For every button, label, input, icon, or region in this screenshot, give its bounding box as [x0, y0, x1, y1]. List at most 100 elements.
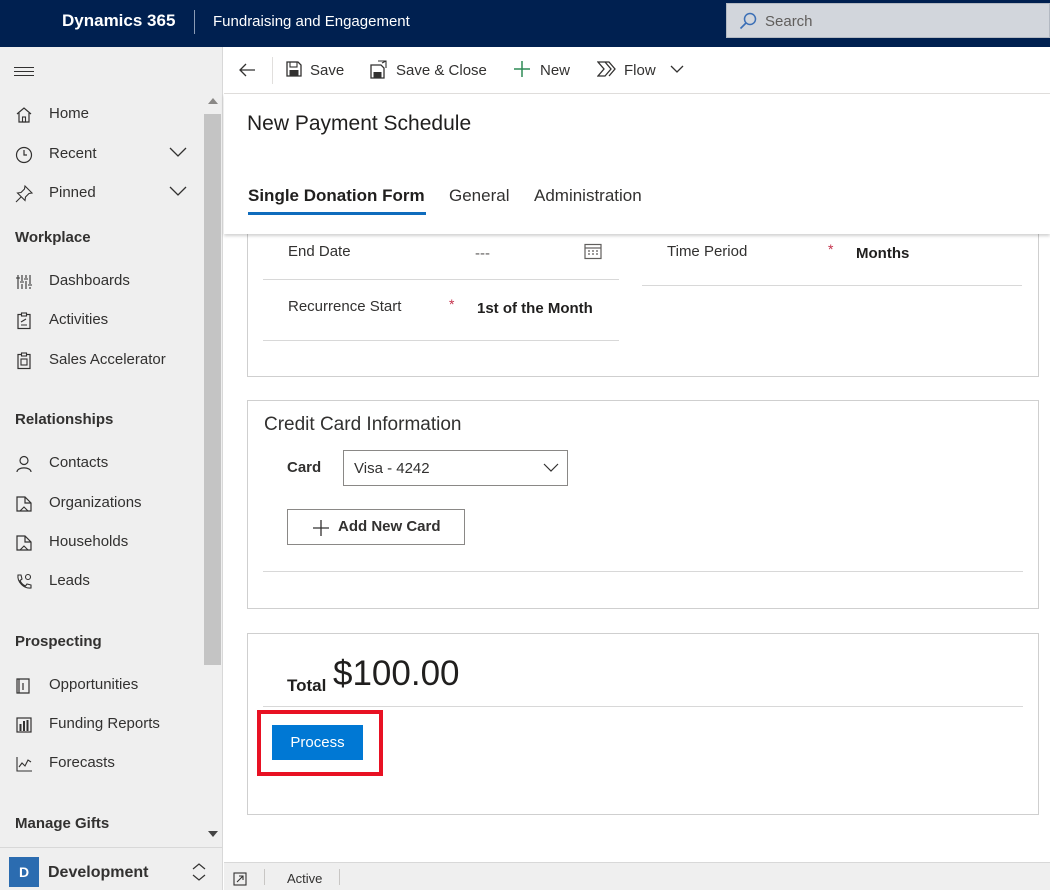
- tab-general[interactable]: General: [449, 186, 509, 206]
- nav-group-manage-gifts: Manage Gifts: [15, 815, 110, 832]
- dashboard-icon: [16, 275, 32, 289]
- recurrence-start-field[interactable]: 1st of the Month: [477, 300, 593, 317]
- add-new-card-button[interactable]: Add New Card: [287, 509, 465, 545]
- flow-icon: [597, 61, 616, 77]
- save-close-icon: [370, 60, 387, 79]
- sidebar-item-home[interactable]: Home: [0, 99, 203, 129]
- sidebar-item-label: Home: [49, 105, 90, 122]
- hamburger-menu-icon[interactable]: [14, 67, 34, 79]
- sidebar-item-label: Pinned: [49, 184, 96, 201]
- chevron-updown-icon[interactable]: [191, 862, 207, 882]
- add-new-card-label: Add New Card: [338, 518, 441, 535]
- scroll-up-arrow-icon[interactable]: [208, 98, 218, 104]
- chevron-down-icon[interactable]: [168, 184, 188, 198]
- clipboard-icon: [17, 312, 31, 330]
- sidebar-item-label: Leads: [49, 572, 90, 589]
- required-marker: *: [449, 296, 455, 312]
- new-label: New: [540, 62, 571, 79]
- chevron-down-icon[interactable]: [670, 64, 684, 74]
- sidebar-item-contacts[interactable]: Contacts: [0, 448, 203, 478]
- sidebar-item-opportunities[interactable]: Opportunities: [0, 670, 203, 700]
- section-title: Credit Card Information: [264, 414, 462, 435]
- sidebar-item-forecasts[interactable]: Forecasts: [0, 748, 203, 778]
- sidebar-item-label: Activities: [49, 311, 109, 328]
- save-icon: [286, 61, 302, 77]
- total-label: Total: [287, 676, 327, 695]
- sidebar: Home Recent Pinned Workplace Dashboards: [0, 47, 223, 890]
- nav-group-prospecting: Prospecting: [15, 633, 102, 650]
- sidebar-item-label: Contacts: [49, 454, 109, 471]
- back-arrow-icon: [239, 63, 255, 77]
- process-button[interactable]: Process: [272, 725, 363, 760]
- card-select[interactable]: Visa - 4242: [343, 450, 568, 486]
- area-switcher[interactable]: D Development: [0, 847, 222, 890]
- scrollbar-thumb[interactable]: [204, 114, 221, 665]
- credit-card-section: Credit Card Information Card Visa - 4242…: [247, 400, 1039, 609]
- plus-icon: [514, 61, 530, 77]
- sidebar-item-activities[interactable]: Activities: [0, 305, 203, 335]
- tab-single-donation-form[interactable]: Single Donation Form: [248, 186, 425, 206]
- sidebar-item-organizations[interactable]: Organizations: [0, 488, 203, 518]
- clipboard-check-icon: [17, 352, 31, 370]
- required-marker: *: [828, 241, 834, 257]
- area-badge: D: [9, 857, 39, 887]
- sidebar-item-funding-reports[interactable]: Funding Reports: [0, 709, 203, 739]
- pin-icon: [15, 184, 34, 203]
- search-placeholder: Search: [765, 13, 813, 30]
- time-period-label: Time Period: [667, 243, 748, 260]
- plus-icon: [313, 520, 329, 536]
- section-divider: [263, 571, 1023, 572]
- total-section: Total $100.00 Process: [247, 633, 1039, 815]
- sidebar-item-leads[interactable]: Leads: [0, 566, 203, 596]
- form-header: New Payment Schedule Single Donation For…: [224, 94, 1050, 234]
- app-name[interactable]: Fundraising and Engagement: [213, 13, 410, 30]
- sidebar-item-households[interactable]: Households: [0, 527, 203, 557]
- scroll-down-arrow-icon[interactable]: [208, 831, 218, 837]
- flow-label: Flow: [624, 62, 656, 79]
- top-bar: Dynamics 365 Fundraising and Engagement …: [0, 0, 1050, 47]
- card-select-value: Visa - 4242: [354, 460, 430, 477]
- bar-chart-icon: [16, 717, 32, 733]
- search-icon: [739, 12, 757, 30]
- field-divider: [263, 279, 619, 280]
- save-button[interactable]: Save: [285, 59, 345, 83]
- back-button[interactable]: [237, 59, 259, 83]
- chevron-down-icon: [543, 463, 559, 472]
- recurrence-start-label: Recurrence Start: [288, 298, 402, 315]
- record-status: Active: [287, 871, 323, 886]
- phone-person-icon: [17, 573, 32, 589]
- command-divider: [272, 57, 273, 84]
- tab-administration[interactable]: Administration: [534, 186, 642, 206]
- sidebar-item-recent[interactable]: Recent: [0, 139, 203, 169]
- home-icon: [16, 107, 32, 123]
- sidebar-item-pinned[interactable]: Pinned: [0, 178, 203, 208]
- expand-icon[interactable]: [233, 872, 247, 886]
- sidebar-item-label: Sales Accelerator: [49, 351, 166, 368]
- status-divider: [339, 869, 340, 885]
- sidebar-item-dashboards[interactable]: Dashboards: [0, 266, 203, 296]
- total-amount: $100.00: [333, 654, 460, 693]
- save-close-button[interactable]: Save & Close: [369, 59, 489, 83]
- building-icon: [16, 535, 32, 551]
- end-date-label: End Date: [288, 243, 351, 260]
- area-label: Development: [48, 864, 149, 881]
- search-input[interactable]: Search: [726, 3, 1050, 38]
- nav-group-relationships: Relationships: [15, 411, 114, 428]
- time-period-field[interactable]: Months: [856, 245, 909, 262]
- sidebar-item-label: Households: [49, 533, 129, 550]
- active-tab-indicator: [248, 212, 426, 215]
- flow-button[interactable]: Flow: [597, 59, 689, 83]
- chevron-down-icon[interactable]: [168, 145, 188, 159]
- sidebar-item-label: Dashboards: [49, 272, 130, 289]
- sidebar-scrollbar[interactable]: [203, 98, 222, 838]
- brand-name[interactable]: Dynamics 365: [62, 11, 175, 31]
- sidebar-item-sales-accelerator[interactable]: Sales Accelerator: [0, 345, 203, 375]
- nav-group-workplace: Workplace: [15, 229, 91, 246]
- sidebar-item-label: Organizations: [49, 494, 142, 511]
- save-close-label: Save & Close: [396, 62, 487, 79]
- calendar-icon[interactable]: [584, 242, 602, 260]
- new-button[interactable]: New: [513, 59, 573, 83]
- page-title: New Payment Schedule: [247, 112, 472, 135]
- end-date-field[interactable]: ---: [475, 245, 490, 262]
- status-divider: [264, 869, 265, 885]
